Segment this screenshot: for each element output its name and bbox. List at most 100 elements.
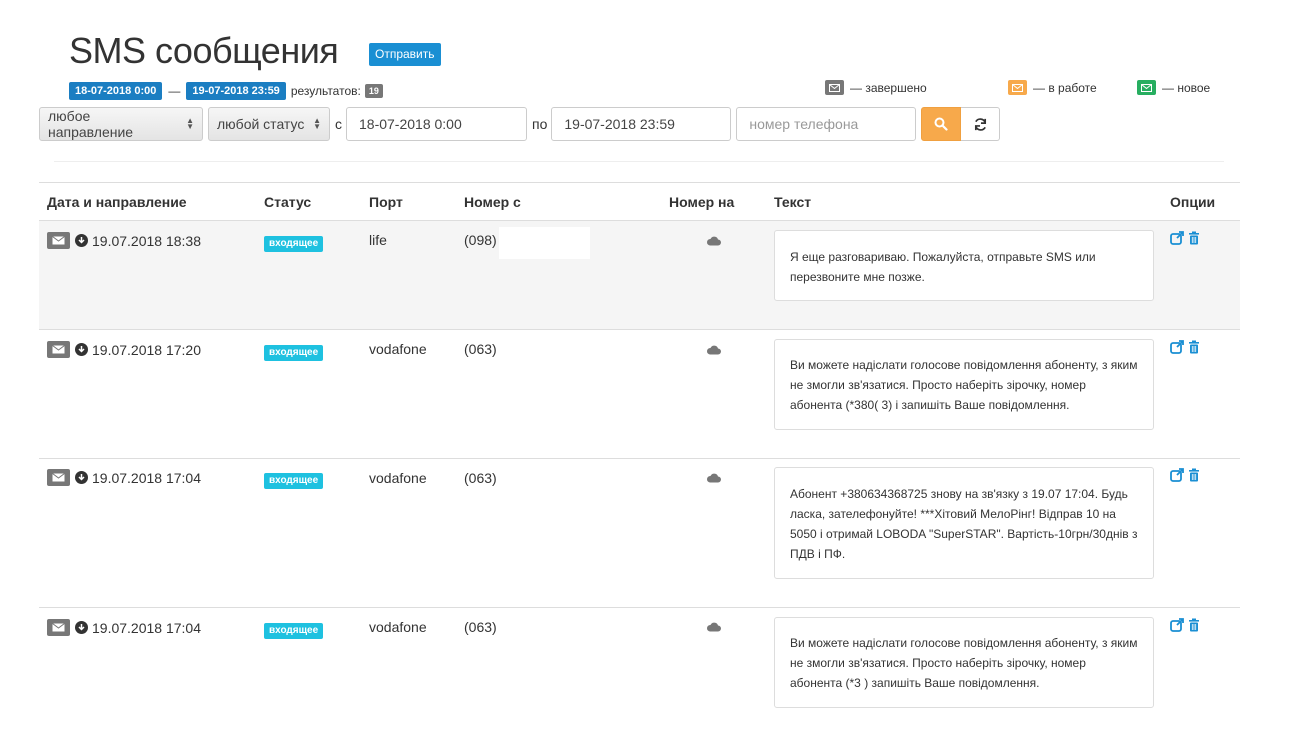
table-row: 19.07.2018 17:04 входящее vodafone (063)… — [39, 459, 1240, 608]
search-icon — [934, 117, 948, 131]
message-text: Абонент +380634368725 знову на зв'язку з… — [774, 467, 1154, 579]
options-cell — [1170, 231, 1204, 245]
options-cell — [1170, 618, 1204, 632]
external-link-icon[interactable] — [1170, 231, 1184, 245]
to-date-input[interactable]: 19-07-2018 23:59 — [551, 107, 732, 141]
envelope-icon — [47, 469, 70, 486]
page-title: SMS сообщения — [69, 30, 339, 71]
status-cell: входящее — [264, 233, 324, 252]
legend-new: — новое — [1137, 80, 1210, 95]
col-options: Опции — [1170, 193, 1216, 210]
envelope-icon — [47, 619, 70, 636]
phone-input[interactable]: номер телефона — [736, 107, 917, 141]
envelope-icon — [47, 341, 70, 358]
legend-new-label: — новое — [1162, 80, 1211, 95]
divider — [54, 161, 1224, 162]
status-cell: входящее — [264, 342, 324, 361]
row-datetime: 19.07.2018 18:38 — [92, 232, 201, 249]
col-number-to[interactable]: Номер на — [669, 194, 734, 210]
number-from-cell: (063) — [464, 619, 497, 635]
trash-icon[interactable] — [1188, 618, 1200, 632]
legend-completed: — завершено — [825, 80, 927, 95]
range-from-badge: 18-07-2018 0:00 — [69, 82, 163, 100]
external-link-icon[interactable] — [1170, 468, 1184, 482]
number-from-cell: (063) — [464, 470, 497, 486]
col-text[interactable]: Текст — [774, 194, 811, 210]
number-from-cell: (098) — [464, 232, 497, 248]
legend-in-progress: — в работе — [1008, 80, 1097, 95]
status-cell: входящее — [264, 620, 324, 639]
envelope-icon — [1008, 80, 1027, 95]
row-datetime: 19.07.2018 17:04 — [92, 469, 201, 486]
envelope-icon — [1137, 80, 1156, 95]
number-from-cell: (063) — [464, 341, 497, 357]
results-label: результатов: — [290, 84, 361, 98]
date-range: 18-07-2018 0:00 — 19-07-2018 23:59 резул… — [69, 82, 383, 100]
external-link-icon[interactable] — [1170, 618, 1184, 632]
refresh-icon — [974, 117, 986, 131]
cloud-icon — [706, 619, 721, 637]
sms-table: Дата и направление Статус Порт Номер с Н… — [39, 182, 1240, 729]
status-cell: входящее — [264, 470, 324, 489]
table-row: 19.07.2018 17:20 входящее vodafone (063)… — [39, 330, 1240, 459]
results-count-badge: 19 — [364, 84, 383, 98]
refresh-button[interactable] — [961, 107, 1001, 141]
select-arrows-icon: ▲ ▼ — [186, 116, 194, 131]
filter-bar: любое направление ▲ ▼ любой статус ▲ ▼ с 1… — [39, 107, 1001, 141]
col-port[interactable]: Порт — [369, 194, 403, 210]
send-button[interactable]: Отправить — [369, 43, 441, 66]
status-select-value: любой статус — [217, 116, 305, 132]
status-badge: входящее — [264, 623, 324, 639]
options-cell — [1170, 340, 1204, 354]
date-direction-cell: 19.07.2018 17:04 — [47, 619, 201, 636]
message-text: Я еще разговариваю. Пожалуйста, отправьт… — [774, 230, 1154, 301]
legend-completed-label: — завершено — [850, 80, 927, 95]
download-circle-icon — [75, 234, 88, 247]
port-cell: vodafone — [369, 470, 427, 486]
select-arrows-icon: ▲ ▼ — [313, 116, 321, 131]
options-cell — [1170, 468, 1204, 482]
row-datetime: 19.07.2018 17:20 — [92, 341, 201, 358]
search-button[interactable] — [921, 107, 962, 141]
status-badge: входящее — [264, 236, 324, 252]
message-text: Ви можете надіслати голосове повідомленн… — [774, 617, 1154, 708]
trash-icon[interactable] — [1188, 468, 1200, 482]
port-cell: vodafone — [369, 619, 427, 635]
cloud-icon — [706, 470, 721, 488]
date-direction-cell: 19.07.2018 18:38 — [47, 232, 201, 249]
trash-icon[interactable] — [1188, 231, 1200, 245]
redaction-mask — [499, 227, 590, 259]
to-label: по — [532, 116, 548, 132]
message-text: Ви можете надіслати голосове повідомленн… — [774, 339, 1154, 430]
range-to-badge: 19-07-2018 23:59 — [186, 82, 286, 100]
col-date-direction[interactable]: Дата и направление — [47, 194, 187, 210]
cloud-icon — [706, 342, 721, 360]
status-badge: входящее — [264, 345, 324, 361]
status-badge: входящее — [264, 473, 324, 489]
date-direction-cell: 19.07.2018 17:04 — [47, 469, 201, 486]
cloud-icon — [706, 233, 721, 251]
table-header: Дата и направление Статус Порт Номер с Н… — [39, 183, 1240, 221]
table-row: 19.07.2018 18:38 входящее life (098) Я е… — [39, 221, 1240, 330]
row-datetime: 19.07.2018 17:04 — [92, 619, 201, 636]
download-circle-icon — [75, 621, 88, 634]
status-select[interactable]: любой статус ▲ ▼ — [208, 107, 330, 141]
port-cell: vodafone — [369, 341, 427, 357]
envelope-icon — [825, 80, 844, 95]
trash-icon[interactable] — [1188, 340, 1200, 354]
legend-in-progress-label: — в работе — [1033, 80, 1097, 95]
table-row: 19.07.2018 17:04 входящее vodafone (063)… — [39, 608, 1240, 729]
port-cell: life — [369, 232, 387, 248]
download-circle-icon — [75, 471, 88, 484]
date-direction-cell: 19.07.2018 17:20 — [47, 341, 201, 358]
col-number-from[interactable]: Номер с — [464, 194, 521, 210]
from-date-input[interactable]: 18-07-2018 0:00 — [346, 107, 527, 141]
direction-select[interactable]: любое направление ▲ ▼ — [39, 107, 203, 141]
external-link-icon[interactable] — [1170, 340, 1184, 354]
envelope-icon — [47, 232, 70, 249]
col-status[interactable]: Статус — [264, 194, 311, 210]
from-label: с — [335, 116, 342, 132]
range-dash: — — [168, 84, 181, 98]
download-circle-icon — [75, 343, 88, 356]
direction-select-value: любое направление — [48, 108, 134, 140]
